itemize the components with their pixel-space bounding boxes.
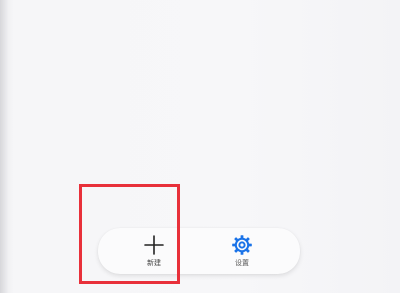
bottom-action-bar: 新建 设置 — [98, 228, 300, 274]
new-button-label: 新建 — [147, 259, 161, 267]
new-button[interactable]: 新建 — [126, 228, 182, 274]
settings-button-label: 设置 — [235, 259, 249, 267]
plus-icon — [144, 235, 164, 255]
gear-icon — [232, 235, 252, 255]
settings-button[interactable]: 设置 — [214, 228, 270, 274]
app-screen: 新建 设置 — [0, 0, 400, 293]
screen-edge-shadow — [0, 0, 8, 293]
